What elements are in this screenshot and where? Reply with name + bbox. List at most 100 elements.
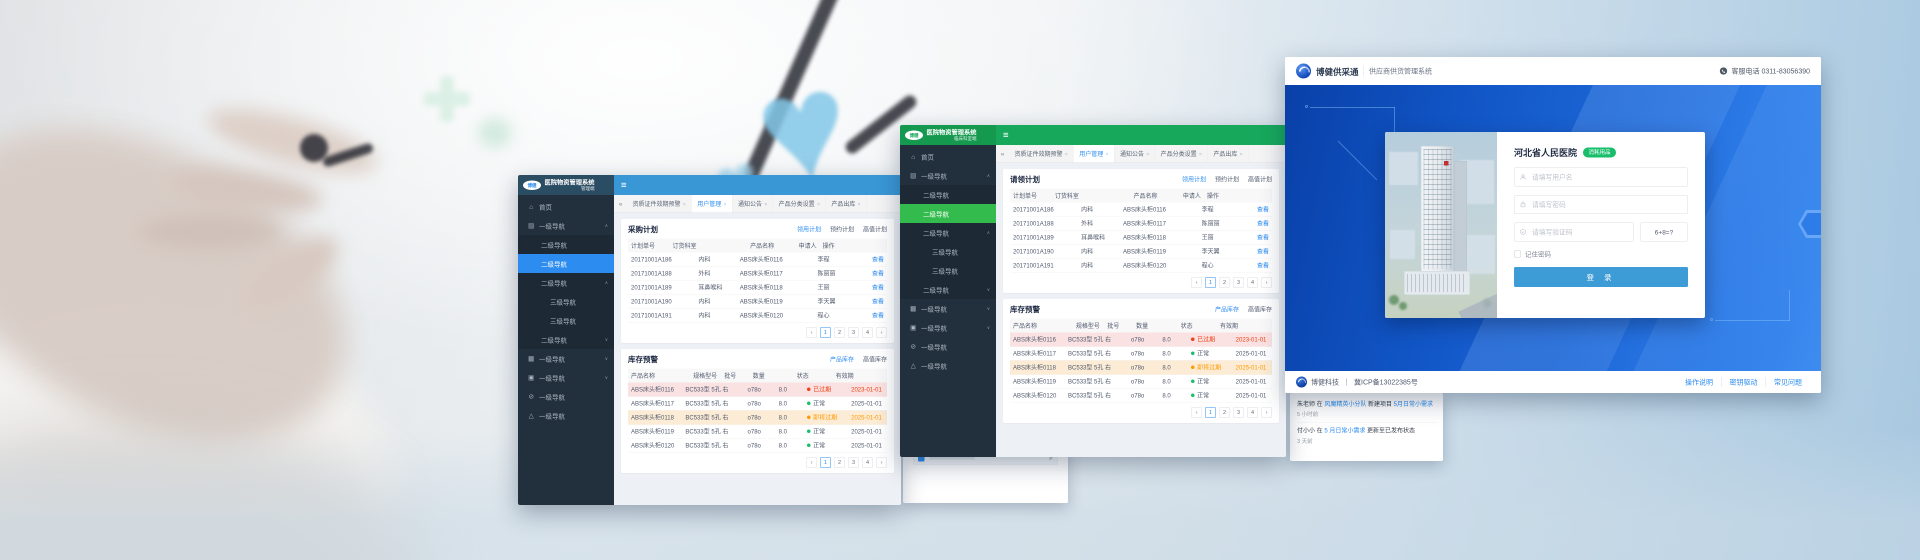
sidebar-item[interactable]: 三级导航 <box>900 261 996 280</box>
sidebar-item[interactable]: ⌂ 首页 <box>518 197 614 216</box>
feed-item[interactable]: 朱老师 在 风魔精英小分队 新建项目 5月日常小需求 5 小时前 <box>1297 398 1436 422</box>
sidebar-item[interactable]: △ 一级导航 <box>518 406 614 425</box>
page-button[interactable]: 4 <box>862 327 873 338</box>
view-link[interactable]: 查看 <box>1243 261 1272 270</box>
section-link[interactable]: 高值库存 <box>1248 305 1272 314</box>
sidebar-item[interactable]: ▤ 一级导航 ∧ <box>518 216 614 235</box>
tab[interactable]: 通知公告 ○ <box>1114 145 1155 163</box>
section-link[interactable]: 高值库存 <box>863 355 887 364</box>
sidebar-item[interactable]: 三级导航 <box>518 292 614 311</box>
feed-link[interactable]: 5月日常小需求 <box>1394 401 1433 408</box>
tab[interactable]: 资质证件效期预警 ○ <box>627 195 692 213</box>
page-button[interactable]: 1 <box>820 327 831 338</box>
section-link[interactable]: 领用计划 <box>1182 175 1206 184</box>
sidebar-item[interactable]: ▦ 一级导航 ∨ <box>518 349 614 368</box>
username-input[interactable] <box>1531 173 1683 182</box>
page-button[interactable]: 3 <box>848 327 859 338</box>
page-button[interactable]: 1 <box>1205 277 1216 288</box>
footer-link[interactable]: 密钥驱动 <box>1721 377 1766 387</box>
sidebar-item[interactable]: ▣ 一级导航 ∨ <box>518 368 614 387</box>
view-link[interactable]: 查看 <box>1243 205 1272 214</box>
page-button[interactable]: 3 <box>1233 277 1244 288</box>
login-button[interactable]: 登 录 <box>1514 267 1688 287</box>
sidebar-item-label: 二级导航 <box>923 228 949 238</box>
tab-dot-icon: ○ <box>724 201 727 206</box>
view-link[interactable]: 查看 <box>858 311 886 320</box>
page-button[interactable]: 4 <box>1247 277 1258 288</box>
page-button[interactable]: 4 <box>1247 407 1258 418</box>
sidebar-item[interactable]: 二级导航 ∨ <box>518 330 614 349</box>
sidebar-item[interactable]: ▤ 一级导航 ∧ <box>900 166 996 185</box>
page-button[interactable]: 4 <box>862 457 873 468</box>
section-link[interactable]: 预约计划 <box>830 225 854 234</box>
tab[interactable]: 产品出库 ○ <box>1208 145 1249 163</box>
captcha-code[interactable]: 6+8=? <box>1640 223 1688 242</box>
remember-checkbox[interactable] <box>1514 250 1521 257</box>
sidebar-item[interactable]: 二级导航 ∨ <box>900 280 996 299</box>
sidebar-item[interactable]: ⌂ 首页 <box>900 147 996 166</box>
menu-icon[interactable]: ≡ <box>1003 130 1009 140</box>
sidebar-item[interactable]: 三级导航 <box>518 311 614 330</box>
footer-link[interactable]: 常见问题 <box>1766 377 1811 387</box>
view-link[interactable]: 查看 <box>858 297 886 306</box>
sidebar-item[interactable]: △ 一级导航 <box>900 356 996 375</box>
sidebar-item[interactable]: 二级导航 ∧ <box>518 273 614 292</box>
page-button[interactable]: › <box>1261 277 1272 288</box>
page-button[interactable]: ‹ <box>806 327 817 338</box>
collapse-tabs-icon[interactable]: « <box>614 195 627 213</box>
sidebar-item[interactable]: ⊘ 一级导航 <box>518 387 614 406</box>
page-button[interactable]: 3 <box>1233 407 1244 418</box>
sidebar-item[interactable]: 二级导航 <box>518 254 614 273</box>
section-link[interactable]: 高值计划 <box>1248 175 1272 184</box>
feed-link[interactable]: 风魔精英小分队 <box>1324 401 1366 408</box>
sidebar-item[interactable]: 二级导航 ∧ <box>900 223 996 242</box>
section-link[interactable]: 预约计划 <box>1215 175 1239 184</box>
captcha-input[interactable] <box>1531 228 1629 237</box>
page-button[interactable]: 3 <box>848 457 859 468</box>
sidebar-item[interactable]: 三级导航 <box>900 242 996 261</box>
page-button[interactable]: 2 <box>834 327 845 338</box>
cell-product: ABS床头柜0120 <box>628 441 682 450</box>
page-button[interactable]: 1 <box>820 457 831 468</box>
sidebar-item[interactable]: ⊘ 一级导航 <box>900 337 996 356</box>
feed-item[interactable]: 付小小 在 5 月日常小需求 更新至已发布状态 3 天前 <box>1297 422 1436 449</box>
chevron-icon: ∨ <box>987 287 990 293</box>
page-button[interactable]: 1 <box>1205 407 1216 418</box>
page-button[interactable]: ‹ <box>1191 277 1202 288</box>
section-link[interactable]: 高值计划 <box>863 225 887 234</box>
page-button[interactable]: 2 <box>1219 407 1230 418</box>
collapse-tabs-icon[interactable]: « <box>996 145 1009 163</box>
sidebar-item[interactable]: ▣ 一级导航 ∨ <box>900 318 996 337</box>
tab[interactable]: 产品分类设置 ○ <box>1155 145 1208 163</box>
view-link[interactable]: 查看 <box>1243 219 1272 228</box>
feed-link[interactable]: 5 月日常小需求 <box>1324 427 1365 434</box>
sidebar-item[interactable]: 二级导航 <box>900 204 996 223</box>
page-button[interactable]: ‹ <box>806 457 817 468</box>
section-link[interactable]: 产品库存 <box>1215 305 1239 314</box>
page-button[interactable]: 2 <box>834 457 845 468</box>
section-link[interactable]: 产品库存 <box>830 355 854 364</box>
password-input[interactable] <box>1531 200 1683 209</box>
sidebar-item[interactable]: ▦ 一级导航 ∨ <box>900 299 996 318</box>
tab[interactable]: 用户管理 ○ <box>692 195 733 213</box>
tab[interactable]: 用户管理 ○ <box>1074 145 1115 163</box>
page-button[interactable]: › <box>1261 407 1272 418</box>
page-button[interactable]: 2 <box>1219 277 1230 288</box>
tab[interactable]: 通知公告 ○ <box>732 195 773 213</box>
page-button[interactable]: › <box>876 327 887 338</box>
view-link[interactable]: 查看 <box>858 283 886 292</box>
tab[interactable]: 产品分类设置 ○ <box>773 195 826 213</box>
page-button[interactable]: ‹ <box>1191 407 1202 418</box>
footer-link[interactable]: 操作说明 <box>1677 377 1721 387</box>
tab[interactable]: 资质证件效期预警 ○ <box>1009 145 1074 163</box>
tab[interactable]: 产品出库 ○ <box>826 195 867 213</box>
section-link[interactable]: 领用计划 <box>797 225 821 234</box>
view-link[interactable]: 查看 <box>858 269 886 278</box>
sidebar-item[interactable]: 二级导航 <box>518 235 614 254</box>
sidebar-item[interactable]: 二级导航 <box>900 185 996 204</box>
view-link[interactable]: 查看 <box>1243 247 1272 256</box>
menu-icon[interactable]: ≡ <box>621 180 627 190</box>
view-link[interactable]: 查看 <box>1243 233 1272 242</box>
view-link[interactable]: 查看 <box>858 255 886 264</box>
page-button[interactable]: › <box>876 457 887 468</box>
